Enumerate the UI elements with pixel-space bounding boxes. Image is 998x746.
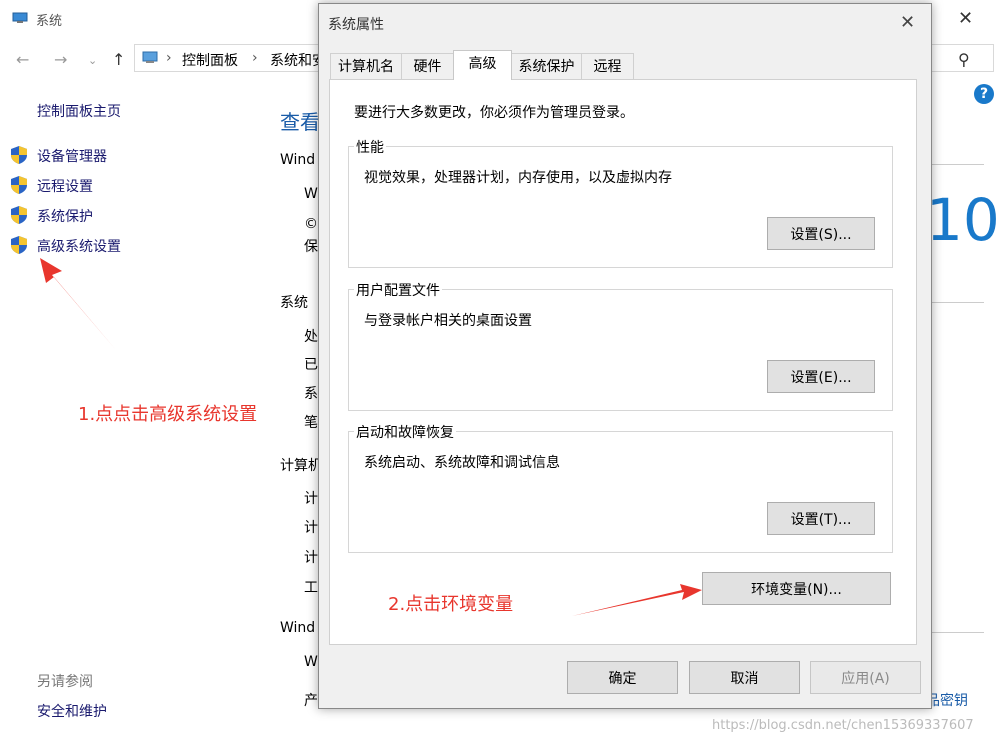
change-product-key-link[interactable]: 品密钥 bbox=[926, 690, 968, 710]
system-row: 笔 bbox=[304, 415, 318, 431]
computer-row: 计 bbox=[304, 491, 318, 507]
breadcrumb-separator-icon: › bbox=[252, 50, 258, 66]
help-icon[interactable]: ? bbox=[974, 84, 994, 104]
divider bbox=[930, 164, 984, 165]
page-title: 查看 bbox=[280, 110, 320, 134]
tab-advanced[interactable]: 高级 bbox=[453, 50, 512, 80]
system-row: 处 bbox=[304, 329, 318, 345]
cancel-button[interactable]: 取消 bbox=[689, 661, 800, 694]
control-panel-icon bbox=[142, 51, 158, 63]
back-icon[interactable]: ← bbox=[16, 50, 29, 69]
user-profiles-description: 与登录帐户相关的桌面设置 bbox=[364, 313, 532, 329]
shield-icon bbox=[11, 236, 27, 254]
chevron-down-icon[interactable]: ⌄ bbox=[88, 54, 97, 67]
computer-row: 工 bbox=[304, 580, 318, 596]
apply-button[interactable]: 应用(A) bbox=[810, 661, 921, 694]
environment-variables-button[interactable]: 环境变量(N)... bbox=[702, 572, 891, 605]
copyright-text: © bbox=[304, 216, 318, 232]
window-title: 系统 bbox=[36, 14, 63, 29]
sidebar-item-advanced-system-settings[interactable]: 高级系统设置 bbox=[37, 236, 121, 256]
user-profiles-settings-button[interactable]: 设置(E)... bbox=[767, 360, 875, 393]
sidebar-item-device-manager[interactable]: 设备管理器 bbox=[37, 146, 107, 166]
see-also-heading: 另请参阅 bbox=[37, 674, 93, 690]
rights-text: 保 bbox=[304, 239, 318, 255]
performance-description: 视觉效果，处理器计划，内存使用，以及虚拟内存 bbox=[364, 170, 672, 186]
startup-recovery-group-label: 启动和故障恢复 bbox=[354, 422, 456, 442]
computer-row: 计 bbox=[304, 520, 318, 536]
sidebar-home-link[interactable]: 控制面板主页 bbox=[37, 101, 121, 121]
computer-row: 计 bbox=[304, 550, 318, 566]
dialog-close-icon[interactable]: ✕ bbox=[900, 12, 915, 33]
system-heading: 系统 bbox=[280, 295, 308, 311]
close-icon[interactable]: ✕ bbox=[958, 8, 973, 29]
watermark: https://blog.csdn.net/chen15369337607 bbox=[712, 718, 974, 733]
divider bbox=[930, 302, 984, 303]
tab-system-protection[interactable]: 系统保护 bbox=[511, 53, 582, 79]
dialog-title: 系统属性 bbox=[328, 17, 384, 33]
shield-icon bbox=[11, 176, 27, 194]
activation-heading: Wind bbox=[280, 620, 316, 636]
shield-icon bbox=[11, 146, 27, 164]
arrow-to-advanced-settings bbox=[40, 258, 116, 350]
system-row: 已 bbox=[304, 357, 318, 373]
tab-hardware[interactable]: 硬件 bbox=[401, 53, 454, 79]
tab-computer-name[interactable]: 计算机名 bbox=[330, 53, 402, 79]
sidebar-item-security-maintenance[interactable]: 安全和维护 bbox=[37, 701, 107, 721]
sidebar-item-system-protection[interactable]: 系统保护 bbox=[37, 206, 93, 226]
breadcrumb-control-panel[interactable]: 控制面板 bbox=[182, 50, 238, 70]
ok-button[interactable]: 确定 bbox=[567, 661, 678, 694]
startup-recovery-settings-button[interactable]: 设置(T)... bbox=[767, 502, 875, 535]
divider bbox=[930, 632, 984, 633]
up-icon[interactable]: ↑ bbox=[112, 50, 125, 69]
startup-recovery-description: 系统启动、系统故障和调试信息 bbox=[364, 455, 560, 471]
annotation-step-1: 1.点点击高级系统设置 bbox=[78, 404, 258, 425]
performance-settings-button[interactable]: 设置(S)... bbox=[767, 217, 875, 250]
annotation-step-2: 2.点击环境变量 bbox=[388, 594, 514, 615]
sidebar-item-remote-settings[interactable]: 远程设置 bbox=[37, 176, 93, 196]
forward-icon[interactable]: → bbox=[54, 50, 67, 69]
computer-icon bbox=[12, 12, 28, 23]
activation-row: W bbox=[304, 654, 318, 670]
product-id-row: 产 bbox=[304, 693, 318, 709]
search-icon[interactable]: ⚲ bbox=[958, 50, 970, 69]
windows-10-logo-text: 10 bbox=[926, 186, 998, 254]
windows-edition-heading: Wind bbox=[280, 152, 316, 168]
performance-group-label: 性能 bbox=[354, 137, 386, 157]
tab-remote[interactable]: 远程 bbox=[581, 53, 634, 79]
computer-heading: 计算机 bbox=[280, 458, 322, 474]
breadcrumb-separator-icon: › bbox=[166, 50, 172, 66]
system-row: 系 bbox=[304, 386, 318, 402]
admin-notice: 要进行大多数更改，你必须作为管理员登录。 bbox=[354, 105, 634, 121]
edition-text: W bbox=[304, 186, 318, 202]
user-profiles-group-label: 用户配置文件 bbox=[354, 280, 442, 300]
shield-icon bbox=[11, 206, 27, 224]
